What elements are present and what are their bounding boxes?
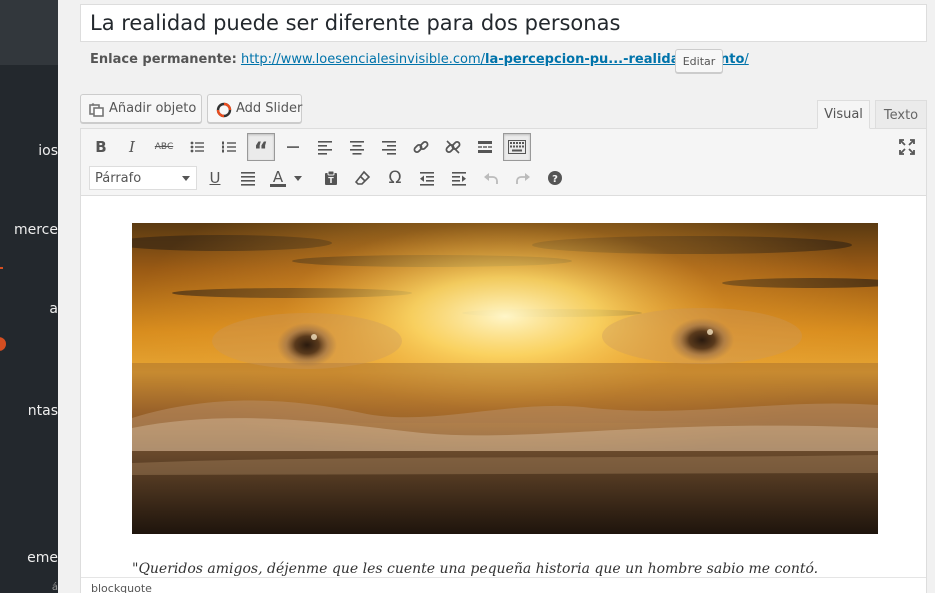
fullscreen-button[interactable] [893,133,921,161]
indent-icon [452,172,466,186]
svg-text:T: T [328,176,334,185]
blockquote-text: "Queridos amigos, déjenme que les cuente… [132,561,819,577]
align-center-button[interactable] [343,133,371,161]
sidebar-item-theme[interactable]: eme [27,550,58,566]
outdent-icon [420,172,434,186]
featured-image-sunset-eyes[interactable] [132,223,878,534]
text-color-dropdown-icon [294,175,302,181]
link-icon [413,141,429,153]
sidebar-item-label: á [51,582,58,593]
edit-permalink-button[interactable]: Editar [675,49,723,73]
text-color-letter: A [272,167,284,186]
remove-link-button[interactable] [439,133,467,161]
sidebar-item-label: ios [38,143,58,159]
permalink-row: Enlace permanente: http://www.loesencial… [90,52,749,67]
add-media-button[interactable]: Añadir objeto [80,94,202,123]
read-more-button[interactable] [471,133,499,161]
editor-status-path: blockquote [81,577,926,593]
align-right-icon [382,141,396,155]
special-character-button[interactable]: Ω [381,164,409,192]
paste-text-button[interactable]: T [317,164,345,192]
numbered-list-button[interactable] [215,133,243,161]
editor-content[interactable]: "Queridos amigos, déjenme que les cuente… [81,197,926,577]
align-left-button[interactable] [311,133,339,161]
status-path-label[interactable]: blockquote [91,582,152,593]
fullscreen-icon [899,139,915,155]
editor-toolbar: B I ABC “ Párrafo U A T Ω ? [81,129,926,196]
post-editor: B I ABC “ Párrafo U A T Ω ? "Queridos am… [80,128,927,593]
bold-icon: B [95,138,107,156]
toolbar-toggle-button[interactable] [503,133,531,161]
format-select[interactable]: Párrafo [89,166,197,190]
sidebar-item-label: ntas [27,403,58,419]
redo-icon [516,173,530,184]
align-center-icon [350,141,364,155]
bullet-list-button[interactable] [183,133,211,161]
italic-button[interactable]: I [118,133,146,161]
undo-button[interactable] [477,164,505,192]
sidebar-marker [0,267,3,269]
text-color-icon: A [270,167,286,187]
strikethrough-icon: ABC [154,142,174,152]
sidebar-item-label: eme [27,550,58,566]
permalink-label: Enlace permanente: [90,52,237,67]
bullet-list-icon [190,141,204,153]
undo-icon [484,173,498,184]
underline-icon: U [209,169,221,187]
admin-sidebar: ios merce a ntas eme á [0,0,58,593]
numbered-list-icon [222,141,236,153]
sidebar-item-label: merce [13,222,58,238]
eraser-icon [355,170,371,185]
text-color-button[interactable]: A [267,164,307,192]
unlink-icon [445,140,461,154]
clipboard-icon: T [325,170,337,185]
post-title-text: La realidad puede ser diferente para dos… [90,11,621,35]
strikethrough-button[interactable]: ABC [150,133,178,161]
permalink-base: http://www.loesencialesinvisible.com/ [240,52,485,67]
sunset-eyes-image [132,223,878,534]
blockquote-button[interactable]: “ [247,133,275,164]
justify-icon [241,172,255,186]
italic-icon: I [129,138,135,156]
post-title-field[interactable]: La realidad puede ser diferente para dos… [80,4,927,42]
align-right-button[interactable] [375,133,403,161]
permalink-trail: / [744,52,749,67]
justify-button[interactable] [234,164,262,192]
horizontal-line-icon [287,146,299,148]
tab-visual[interactable]: Visual [817,100,870,129]
add-slider-label: Add Slider [236,101,303,116]
tab-text[interactable]: Texto [875,100,927,129]
read-more-icon [478,141,492,153]
blockquote-icon: “ [253,138,269,164]
keyboard-icon [508,140,526,154]
format-select-value: Párrafo [95,170,142,186]
align-left-icon [318,141,332,155]
omega-icon: Ω [388,168,402,188]
add-media-label: Añadir objeto [109,101,197,116]
sidebar-item-comentarios[interactable]: ios [38,143,58,159]
insert-link-button[interactable] [407,133,435,161]
underline-button[interactable]: U [201,164,229,192]
redo-button[interactable] [509,164,537,192]
slider-logo-icon [216,102,232,117]
add-media-icon [89,102,104,117]
help-icon: ? [548,171,562,185]
sidebar-item-woocommerce[interactable]: merce [14,222,58,238]
sidebar-item-collapse[interactable]: á [52,582,58,593]
update-count-badge [0,337,6,351]
sidebar-top-band [0,0,58,65]
horizontal-line-button[interactable] [279,133,307,161]
clear-formatting-button[interactable] [349,164,377,192]
outdent-button[interactable] [413,164,441,192]
indent-button[interactable] [445,164,473,192]
add-slider-button[interactable]: Add Slider [207,94,302,123]
keyboard-shortcuts-button[interactable]: ? [541,164,569,192]
permalink-link[interactable]: http://www.loesencialesinvisible.com/la-… [241,52,749,67]
bold-button[interactable]: B [87,133,115,161]
sidebar-item-label: a [49,301,58,317]
sidebar-item-apariencia[interactable]: a [49,301,58,317]
svg-text:?: ? [552,174,558,185]
chevron-down-icon [182,176,190,181]
sidebar-item-herramientas[interactable]: ntas [28,403,58,419]
